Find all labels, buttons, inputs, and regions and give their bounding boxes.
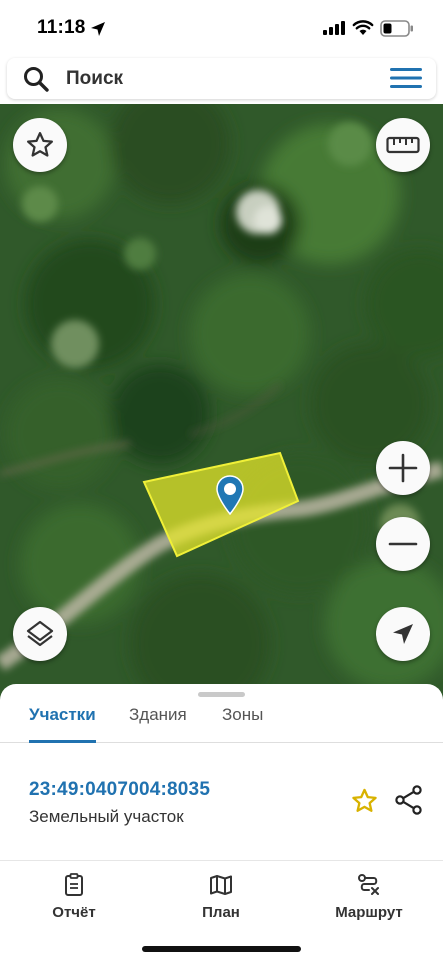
sheet-drag-handle[interactable] — [198, 692, 245, 697]
search-icon — [24, 67, 49, 92]
location-pin-icon[interactable] — [216, 475, 244, 515]
share-icon[interactable] — [395, 785, 423, 815]
layers-button[interactable] — [13, 607, 67, 661]
cellular-signal-icon — [323, 21, 345, 35]
favorite-star-icon[interactable] — [350, 787, 379, 815]
location-arrow-icon — [91, 22, 105, 36]
nav-plan[interactable]: План — [166, 873, 276, 921]
map-plan-icon — [210, 875, 232, 895]
status-bar: 11:18 — [0, 0, 443, 56]
satellite-imagery — [0, 104, 443, 704]
tab-zones[interactable]: Зоны — [222, 705, 263, 743]
route-icon — [358, 874, 379, 895]
navigation-arrow-icon — [393, 624, 413, 644]
star-outline-icon — [27, 132, 53, 157]
report-icon — [65, 873, 83, 896]
tab-buildings[interactable]: Здания — [129, 705, 187, 743]
satellite-map[interactable] — [0, 104, 443, 704]
zoom-in-button[interactable] — [376, 441, 430, 495]
search-input[interactable]: Поиск — [66, 68, 123, 90]
parcel-type-label: Земельный участок — [29, 807, 184, 826]
nav-report-label: Отчёт — [52, 904, 96, 921]
favorites-button[interactable] — [13, 118, 67, 172]
my-location-button[interactable] — [376, 607, 430, 661]
ruler-button[interactable] — [376, 118, 430, 172]
zoom-out-button[interactable] — [376, 517, 430, 571]
tab-parcels[interactable]: Участки — [29, 705, 96, 743]
plus-icon — [388, 453, 418, 483]
minus-icon — [388, 542, 418, 546]
status-time: 11:18 — [37, 17, 86, 38]
bottom-navigation: Отчёт План Маршрут — [0, 860, 443, 960]
nav-route[interactable]: Маршрут — [314, 873, 424, 921]
nav-plan-label: План — [202, 904, 240, 921]
home-indicator[interactable] — [142, 946, 301, 952]
category-tabs: Участки Здания Зоны — [0, 698, 443, 743]
search-bar[interactable]: Поиск — [7, 58, 436, 99]
nav-route-label: Маршрут — [335, 904, 403, 921]
battery-icon — [380, 20, 413, 37]
nav-report[interactable]: Отчёт — [19, 873, 129, 921]
menu-icon[interactable] — [390, 67, 422, 89]
layers-icon — [26, 620, 54, 647]
wifi-icon — [352, 20, 374, 35]
cadastral-number-link[interactable]: 23:49:0407004:8035 — [29, 779, 210, 801]
ruler-icon — [386, 136, 420, 154]
parcel-info-sheet: Участки Здания Зоны 23:49:0407004:8035 З… — [0, 684, 443, 864]
